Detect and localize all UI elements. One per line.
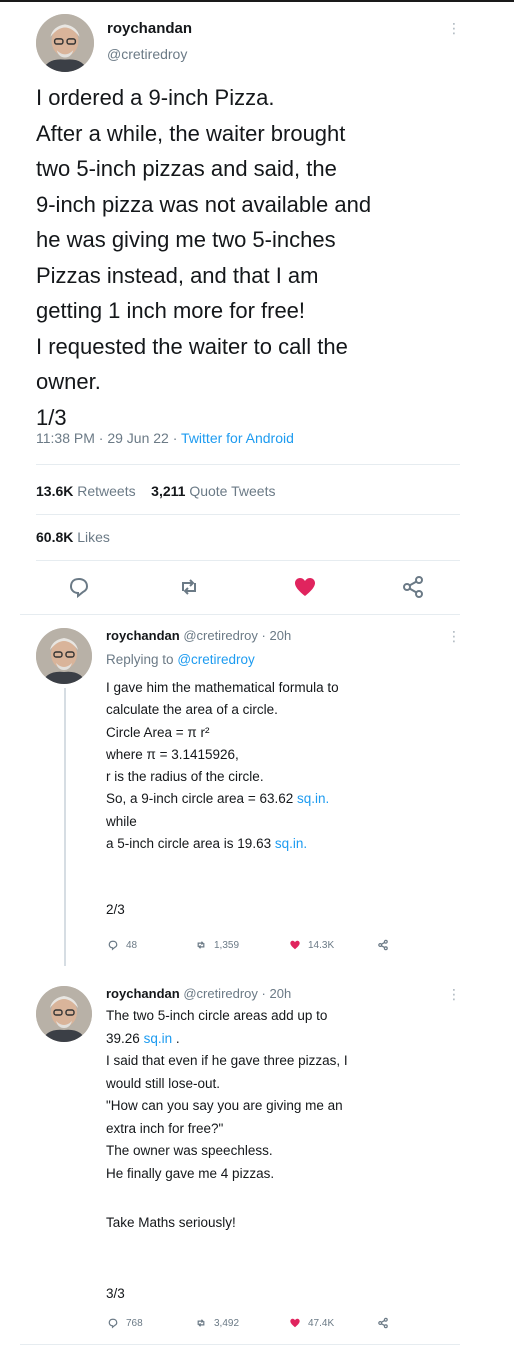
tweet-line: 9-inch pizza was not available and: [36, 191, 372, 217]
reply-age: 20h: [269, 986, 292, 1001]
reply-header: roychandan @cretiredroy · 20h: [106, 986, 292, 1001]
tweet-line: he was giving me two 5-inches: [36, 227, 336, 252]
retweet-icon: [197, 941, 205, 949]
author-handle[interactable]: @cretiredroy: [183, 628, 258, 643]
unit-link[interactable]: sq.in.: [275, 836, 307, 851]
author-name[interactable]: roychandan: [106, 986, 180, 1001]
reply-line: a 5-inch circle area is 19.63 sq.in.: [106, 836, 308, 852]
thread-page: 2/3: [106, 902, 125, 917]
share-icon: [378, 939, 388, 951]
unit-link[interactable]: sq.in: [144, 1031, 173, 1046]
reply-button[interactable]: 48: [106, 938, 137, 952]
more-icon[interactable]: ⋮: [447, 20, 461, 37]
reply-line: where π = 3.1415926,: [106, 746, 239, 762]
avatar[interactable]: [36, 986, 92, 1042]
tweet-line: two 5-inch pizzas and said, the: [36, 156, 337, 181]
tweet-line: Pizzas instead, and that I am: [36, 262, 319, 288]
unit-link[interactable]: sq.in.: [297, 791, 329, 806]
like-button[interactable]: 47.4K: [288, 1316, 334, 1330]
tweet-line: After a while, the waiter brought: [36, 120, 346, 146]
share-icon[interactable]: [398, 572, 428, 602]
tweet-actions: [36, 572, 460, 602]
reply-icon: [108, 940, 118, 951]
engagement-row: 13.6K Retweets 3,211 Quote Tweets: [36, 483, 275, 499]
reply-line: I gave him the mathematical formula to: [106, 680, 339, 695]
retweet-button[interactable]: 1,359: [194, 938, 239, 952]
like-button[interactable]: 14.3K: [288, 938, 334, 952]
reply-line: I said that even if he gave three pizzas…: [106, 1053, 348, 1068]
reply-actions: 48 1,359 14.3K: [106, 938, 406, 958]
replying-to-handle[interactable]: @cretiredroy: [177, 652, 254, 667]
avatar[interactable]: [36, 14, 94, 72]
tweet-line: I ordered a 9-inch Pizza.: [36, 85, 275, 110]
reply-line: 39.26 sq.in .: [106, 1030, 180, 1046]
reply-actions: 768 3,492 47.4K: [106, 1316, 406, 1336]
divider: [36, 514, 460, 515]
reply-line: r is the radius of the circle.: [106, 769, 264, 785]
reply-line: He finally gave me 4 pizzas.: [106, 1165, 275, 1181]
reply-line: [106, 1185, 456, 1208]
tweet-line: getting 1 inch more for free!: [36, 298, 306, 323]
reply-line: calculate the area of a circle.: [106, 702, 278, 718]
author-name[interactable]: roychandan: [106, 628, 180, 643]
divider: [20, 1344, 460, 1345]
more-icon[interactable]: ⋮: [447, 628, 461, 645]
tweet-meta: 11:38 PM · 29 Jun 22 · Twitter for Andro…: [36, 430, 294, 446]
like-icon-filled: [290, 940, 300, 950]
reply-header: roychandan @cretiredroy · 20h: [106, 628, 292, 643]
divider: [36, 464, 460, 465]
top-border: [0, 0, 514, 2]
reply-line: So, a 9-inch circle area = 63.62 sq.in.: [106, 791, 330, 807]
more-icon[interactable]: ⋮: [447, 986, 461, 1003]
reply-text: The two 5-inch circle areas add up to 39…: [106, 1005, 456, 1234]
share-icon: [378, 1317, 388, 1329]
quotes-stat[interactable]: 3,211 Quote Tweets: [151, 483, 275, 499]
reply-line: The two 5-inch circle areas add up to: [106, 1008, 328, 1023]
reply-text: I gave him the mathematical formula to c…: [106, 677, 456, 855]
reply-line: would still lose-out.: [106, 1075, 221, 1091]
tweet-line: I requested the waiter to call the: [36, 333, 348, 359]
reply-line: Circle Area = π r²: [106, 724, 210, 740]
reply-line: Take Maths seriously!: [106, 1214, 236, 1230]
thread-line: [64, 688, 66, 966]
share-button[interactable]: [376, 1316, 390, 1330]
tweet-time[interactable]: 11:38 PM: [36, 430, 95, 446]
divider: [20, 614, 460, 615]
divider: [36, 560, 460, 561]
tweet-line: owner.: [36, 369, 101, 394]
avatar[interactable]: [36, 628, 92, 684]
reply-line: "How can you say you are giving me an: [106, 1098, 343, 1113]
retweet-icon[interactable]: [174, 572, 204, 602]
author-name[interactable]: roychandan: [107, 20, 192, 37]
reply-line: extra inch for free?": [106, 1120, 224, 1136]
retweet-icon: [197, 1319, 205, 1327]
reply-line: while: [106, 813, 137, 829]
author-handle[interactable]: @cretiredroy: [107, 46, 187, 62]
retweets-stat[interactable]: 13.6K Retweets: [36, 483, 136, 499]
replying-to: Replying to @cretiredroy: [106, 652, 255, 667]
tweet-client[interactable]: Twitter for Android: [181, 430, 294, 446]
tweet-date[interactable]: 29 Jun 22: [107, 430, 169, 446]
reply-button[interactable]: 768: [106, 1316, 143, 1330]
likes-stat[interactable]: 60.8K Likes: [36, 529, 110, 545]
like-icon-filled: [290, 1318, 300, 1328]
like-icon-filled[interactable]: [290, 572, 320, 602]
reply-age: 20h: [269, 628, 292, 643]
author-handle[interactable]: @cretiredroy: [183, 986, 258, 1001]
reply-line: The owner was speechless.: [106, 1143, 273, 1158]
reply-icon: [108, 1318, 118, 1329]
share-button[interactable]: [376, 938, 390, 952]
retweet-button[interactable]: 3,492: [194, 1316, 239, 1330]
thread-page: 3/3: [106, 1286, 125, 1301]
tweet-text: I ordered a 9-inch Pizza. After a while,…: [36, 80, 476, 435]
reply-icon[interactable]: [64, 572, 94, 602]
